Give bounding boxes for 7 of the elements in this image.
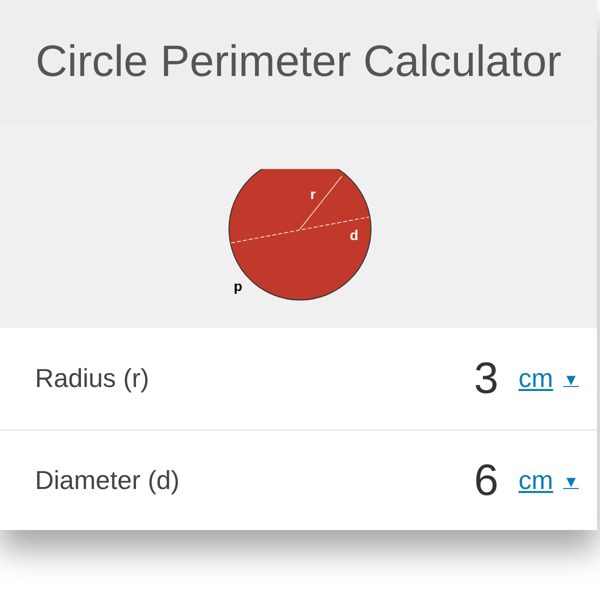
- value-field[interactable]: 6: [474, 448, 498, 514]
- unit-dropdown[interactable]: cm ▼: [518, 461, 579, 500]
- field-label: Diameter (d): [35, 464, 180, 497]
- value-field[interactable]: 3: [474, 346, 498, 412]
- field-label: Radius (r): [35, 362, 150, 395]
- unit-dropdown[interactable]: cm ▼: [518, 359, 579, 398]
- calculator-title: Circle Perimeter Calculator: [36, 36, 562, 88]
